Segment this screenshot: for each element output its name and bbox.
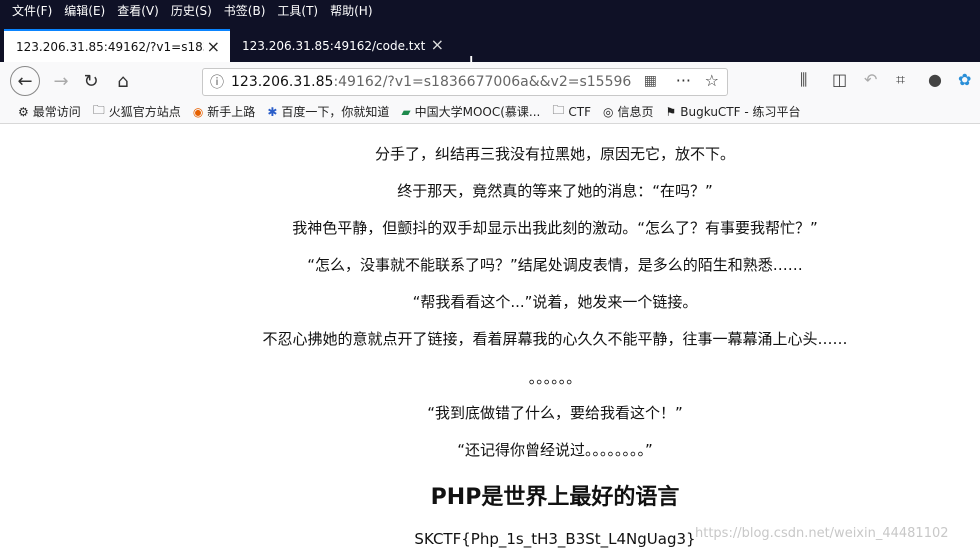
url-host: 123.206.31.85 — [231, 74, 334, 90]
story-line: 我神色平静，但颤抖的双手却显示出我此刻的激动。“怎么了？有事要我帮忙？” — [292, 219, 818, 237]
bookmark-most-visited[interactable]: ⚙ 最常访问 — [18, 103, 81, 120]
story-line: “怎么，没事就不能联系了吗？”结尾处调皮表情，是多么的陌生和熟悉…… — [307, 256, 803, 274]
bookmark-ctf[interactable]: 🗀 CTF — [552, 101, 591, 122]
tab-title: 123.206.31.85:49162/?v1=s18367 — [16, 39, 204, 54]
baidu-paw-icon: ✱ — [267, 104, 278, 119]
nav-bar: ← → ↻ ⌂ ⓘ 123.206.31.85:49162/?v1=s18366… — [0, 62, 980, 100]
mooc-icon: ▰ — [401, 104, 411, 119]
reload-button[interactable]: ↻ — [76, 66, 106, 96]
crop-icon[interactable]: ⌗ — [896, 70, 905, 90]
extension-icon[interactable]: ✿ — [958, 70, 971, 89]
close-icon[interactable]: × — [207, 37, 220, 56]
page-content: 分手了，纠结再三我没有拉黑她，原因无它，放不下。 终于那天，竟然真的等来了她的消… — [0, 125, 980, 551]
tab-code-txt[interactable]: 123.206.31.85:49162/code.txt × — [230, 29, 454, 62]
menu-tools[interactable]: 工具(T) — [277, 0, 318, 22]
tab-title: 123.206.31.85:49162/code.txt — [242, 38, 426, 53]
flag-icon: ⚑ — [665, 104, 677, 119]
story-line: 终于那天，竟然真的等来了她的消息：“在吗？” — [397, 182, 713, 200]
close-icon[interactable]: × — [431, 35, 444, 54]
bookmark-star-icon[interactable]: ☆ — [705, 71, 719, 90]
sidebar-icon[interactable]: ◫ — [832, 70, 847, 89]
menu-view[interactable]: 查看(V) — [117, 0, 159, 22]
tab-strip: 123.206.31.85:49162/?v1=s18367 × 123.206… — [0, 22, 980, 76]
library-icon[interactable]: ⫼ — [800, 70, 807, 90]
reload-icon: ↻ — [83, 70, 99, 92]
forward-button[interactable]: → — [46, 66, 76, 96]
menu-help[interactable]: 帮助(H) — [330, 0, 372, 22]
globe-icon: ◎ — [603, 104, 614, 119]
url-rest: :49162/?v1=s1836677006a&&v2=s1559640 — [333, 74, 631, 90]
back-button[interactable]: ← — [10, 66, 40, 96]
qr-code-icon[interactable]: ▦ — [644, 73, 657, 89]
folder-icon: 🗀 — [92, 103, 105, 117]
menu-bookmarks[interactable]: 书签(B) — [224, 0, 266, 22]
home-button[interactable]: ⌂ — [108, 66, 138, 96]
menu-history[interactable]: 历史(S) — [171, 0, 212, 22]
bookmarks-bar: ⚙ 最常访问 🗀 火狐官方站点 ◉ 新手上路 ✱ 百度一下，你就知道 ▰ 中国大学MOOC… — [0, 100, 980, 124]
bookmark-firefox-official[interactable]: 🗀 火狐官方站点 — [93, 101, 181, 122]
story-line: 分手了，纠结再三我没有拉黑她，原因无它，放不下。 — [374, 145, 735, 163]
tab-active[interactable]: 123.206.31.85:49162/?v1=s18367 × — [4, 29, 230, 62]
story-line: “我到底做错了什么，要给我看这个！” — [427, 404, 683, 422]
folder-icon: 🗀 — [552, 103, 565, 117]
menu-bar: 文件(F) 编辑(E) 查看(V) 历史(S) 书签(B) 工具(T) 帮助(H… — [0, 0, 980, 22]
menu-file[interactable]: 文件(F) — [12, 0, 52, 22]
bookmark-getting-started[interactable]: ◉ 新手上路 — [193, 103, 256, 120]
url-text[interactable]: 123.206.31.85:49162/?v1=s1836677006a&&v2… — [231, 74, 631, 90]
story-line: 。。。。。。 — [528, 369, 582, 387]
bookmark-baidu[interactable]: ✱ 百度一下，你就知道 — [267, 103, 389, 120]
csdn-watermark: https://blog.csdn.net/weixin_44481102 — [695, 526, 949, 541]
bookmark-icourse[interactable]: ▰ 中国大学MOOC(慕课... — [401, 103, 540, 120]
story-line: “还记得你曾经说过。。。。。。。。” — [457, 441, 653, 459]
arrow-right-icon: → — [53, 70, 69, 92]
chat-icon[interactable]: ● — [928, 70, 942, 89]
gear-icon: ⚙ — [18, 104, 29, 119]
firefox-icon: ◉ — [192, 104, 204, 119]
bookmark-info-page[interactable]: ◎ 信息页 — [603, 103, 654, 120]
home-icon: ⌂ — [117, 70, 129, 92]
info-icon[interactable]: ⓘ — [203, 72, 231, 92]
story-line: 不忍心拂她的意就点开了链接，看着屏幕我的心久久不能平静，往事一幕幕涌上心头…… — [262, 330, 848, 348]
url-bar[interactable]: ⓘ 123.206.31.85:49162/?v1=s1836677006a&&… — [202, 68, 728, 96]
bookmark-bugku[interactable]: ⚑ BugkuCTF - 练习平台 — [666, 103, 801, 120]
menu-edit[interactable]: 编辑(E) — [64, 0, 105, 22]
undo-icon[interactable]: ↶ — [864, 70, 877, 89]
more-actions-icon[interactable]: ··· — [676, 71, 691, 90]
story-line: “帮我看看这个...”说着，她发来一个链接。 — [412, 293, 698, 311]
arrow-left-icon: ← — [17, 70, 33, 92]
page-heading: PHP是世界上最好的语言 — [430, 485, 680, 510]
